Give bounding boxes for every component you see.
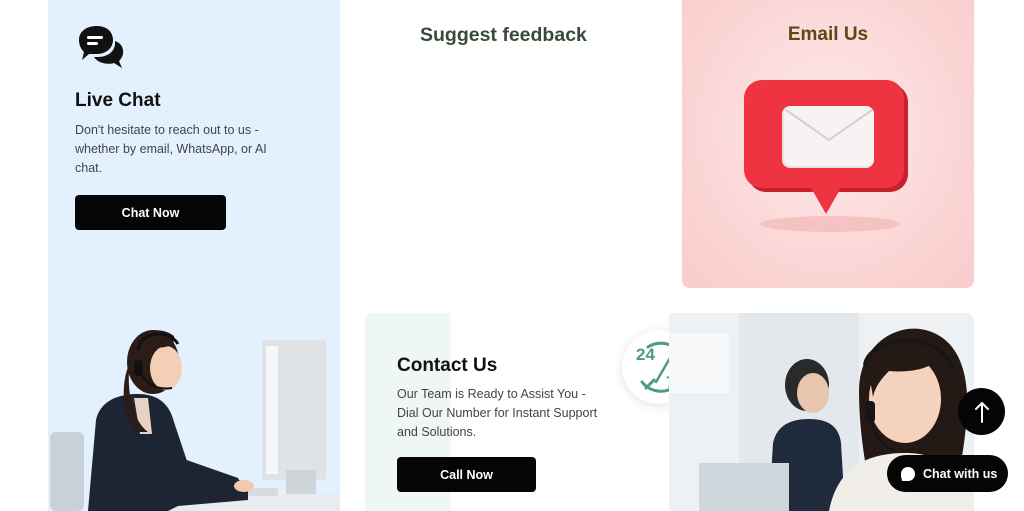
suggest-feedback-title: Suggest feedback xyxy=(420,24,587,46)
chat-bubbles-icon xyxy=(79,26,124,68)
chat-now-button[interactable]: Chat Now xyxy=(75,195,226,230)
live-chat-title: Live Chat xyxy=(75,90,161,111)
arrow-up-icon xyxy=(974,401,989,423)
chat-bubble-icon xyxy=(901,466,915,481)
contact-us-title: Contact Us xyxy=(397,355,498,376)
contact-us-description: Our Team is Ready to Assist You - Dial O… xyxy=(397,387,598,439)
email-us-card: Email Us xyxy=(682,0,974,288)
chat-with-us-button[interactable]: Chat with us xyxy=(887,455,1008,492)
call-now-button[interactable]: Call Now xyxy=(397,457,536,492)
badge-24: 24 xyxy=(636,345,655,364)
email-us-title: Email Us xyxy=(787,24,869,45)
agent-illustration xyxy=(50,330,340,511)
scroll-to-top-button[interactable] xyxy=(958,388,1005,435)
envelope-icon xyxy=(744,80,908,232)
chat-with-us-label: Chat with us xyxy=(923,466,998,481)
live-chat-description: Don't hesitate to reach out to us - whet… xyxy=(75,123,267,175)
live-chat-card: Live Chat Don't hesitate to reach out to… xyxy=(48,0,340,511)
